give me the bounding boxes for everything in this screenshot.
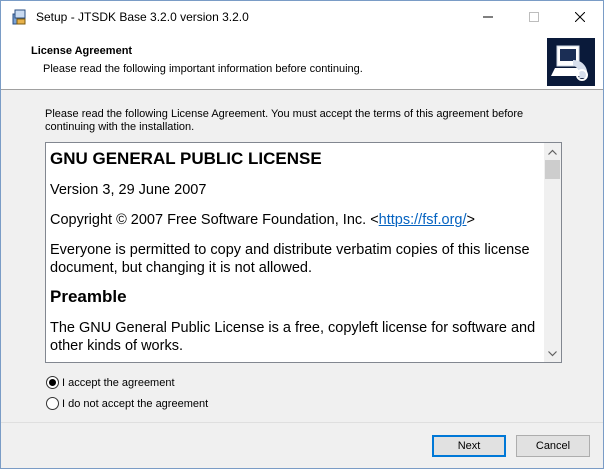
wizard-header: License Agreement Please read the follow… (1, 32, 603, 90)
minimize-button[interactable] (465, 1, 511, 32)
page-title: License Agreement (31, 45, 133, 57)
instructions-text: Please read the following License Agreem… (45, 108, 524, 133)
maximize-icon (529, 11, 539, 22)
setup-window: Setup - JTSDK Base 3.2.0 version 3.2.0 L… (0, 0, 604, 469)
license-text-box[interactable]: GNU GENERAL PUBLIC LICENSE Version 3, 29… (45, 142, 562, 363)
accept-label[interactable]: I accept the agreement (62, 377, 175, 389)
chevron-down-icon (548, 350, 557, 356)
footer-divider (1, 422, 603, 423)
scroll-down-button[interactable] (544, 345, 561, 362)
license-copyright: Copyright © 2007 Free Software Foundatio… (50, 211, 543, 229)
chevron-up-icon (548, 149, 557, 155)
decline-option[interactable]: I do not accept the agreement (46, 397, 208, 410)
copyright-prefix: Copyright © 2007 Free Software Foundatio… (50, 212, 379, 228)
setup-wizard-icon (547, 38, 595, 86)
page-subtitle: Please read the following important info… (43, 63, 363, 75)
preamble-heading: Preamble (50, 287, 127, 306)
accept-option[interactable]: I accept the agreement (46, 376, 175, 389)
cancel-button[interactable]: Cancel (516, 435, 590, 457)
fsf-link[interactable]: https://fsf.org/ (379, 212, 467, 228)
decline-label[interactable]: I do not accept the agreement (62, 398, 208, 410)
vertical-scrollbar[interactable] (544, 143, 561, 362)
minimize-icon (483, 16, 493, 17)
scroll-thumb[interactable] (545, 160, 560, 179)
license-version: Version 3, 29 June 2007 (50, 182, 207, 198)
close-icon (575, 11, 585, 22)
decline-radio[interactable] (46, 397, 59, 410)
license-heading: GNU GENERAL PUBLIC LICENSE (50, 149, 322, 168)
setup-app-icon (12, 9, 28, 25)
license-paragraph-1: Everyone is permitted to copy and distri… (50, 242, 530, 276)
next-button[interactable]: Next (432, 435, 506, 457)
scroll-up-button[interactable] (544, 143, 561, 160)
title-bar: Setup - JTSDK Base 3.2.0 version 3.2.0 (1, 1, 603, 32)
close-button[interactable] (557, 1, 603, 32)
license-content: GNU GENERAL PUBLIC LICENSE Version 3, 29… (50, 147, 543, 355)
window-title: Setup - JTSDK Base 3.2.0 version 3.2.0 (36, 10, 249, 24)
accept-radio[interactable] (46, 376, 59, 389)
license-paragraph-2: The GNU General Public License is a free… (50, 320, 536, 354)
maximize-button[interactable] (511, 1, 557, 32)
copyright-suffix: > (466, 212, 475, 228)
